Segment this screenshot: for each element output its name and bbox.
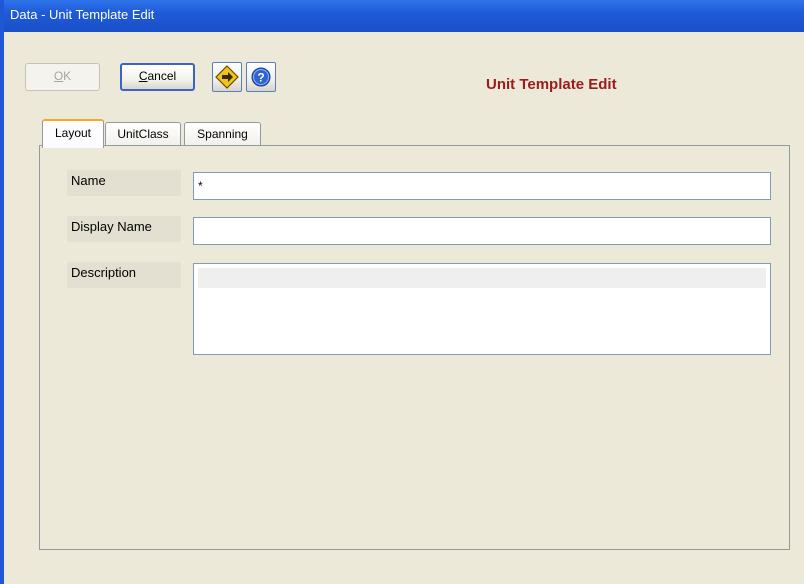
cancel-button[interactable]: Cancel — [120, 63, 195, 91]
description-label: Description — [67, 262, 181, 288]
diamond-arrow-icon — [215, 65, 239, 89]
description-first-line — [198, 268, 766, 288]
action-icon-button[interactable] — [212, 62, 242, 92]
dialog-window: Data - Unit Template Edit OK Cancel ? Un… — [0, 0, 804, 584]
help-icon-button[interactable]: ? — [246, 62, 276, 92]
name-label-text: Name — [71, 173, 106, 188]
display-name-input[interactable] — [193, 217, 771, 245]
svg-text:?: ? — [257, 71, 264, 85]
header-title: Unit Template Edit — [486, 76, 617, 93]
name-label: Name — [67, 170, 181, 196]
title-bar[interactable]: Data - Unit Template Edit — [4, 0, 804, 32]
display-name-label-text: Display Name — [71, 219, 152, 234]
name-input[interactable] — [193, 172, 771, 200]
ok-button[interactable]: OK — [25, 63, 100, 91]
window-title: Data - Unit Template Edit — [10, 7, 155, 22]
tab-layout-label: Layout — [54, 126, 92, 140]
ok-label-rest: K — [63, 69, 72, 83]
tab-layout[interactable]: Layout — [42, 119, 104, 148]
tab-spanning[interactable]: Spanning — [184, 122, 261, 146]
cancel-label-rest: ancel — [147, 69, 177, 83]
help-icon: ? — [251, 67, 271, 87]
tab-spanning-label: Spanning — [197, 127, 248, 141]
ok-mnemonic: O — [53, 69, 64, 83]
tab-unitclass-label: UnitClass — [117, 127, 169, 141]
description-label-text: Description — [71, 265, 137, 280]
display-name-label: Display Name — [67, 216, 181, 242]
tab-unitclass[interactable]: UnitClass — [105, 122, 181, 146]
description-textarea[interactable] — [193, 263, 771, 355]
